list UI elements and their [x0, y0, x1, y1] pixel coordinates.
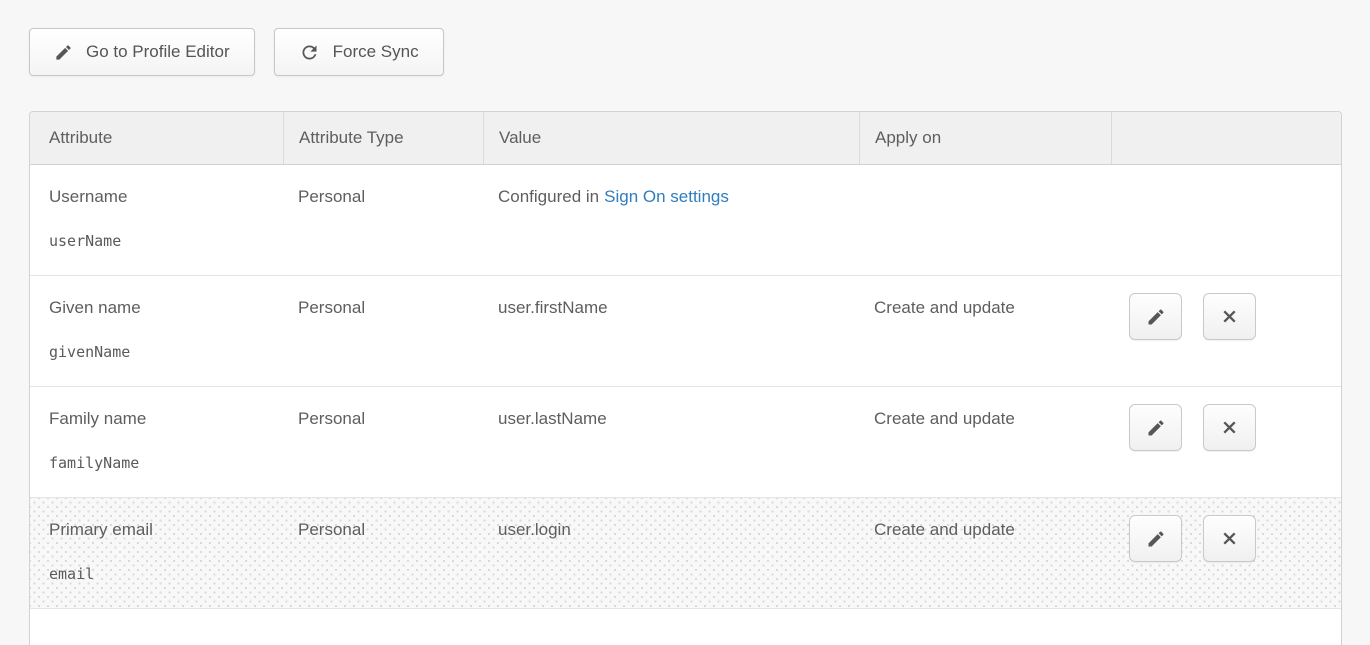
attribute-cell: Username userName	[30, 165, 283, 275]
attribute-cell: Primary email email	[30, 498, 283, 608]
attribute-label: Given name	[49, 297, 268, 319]
pencil-icon	[1146, 418, 1166, 438]
toolbar: Go to Profile Editor Force Sync	[0, 0, 1370, 76]
value-cell: user.login	[483, 498, 859, 608]
edit-attribute-button[interactable]	[1129, 293, 1182, 340]
attribute-cell: Family name familyName	[30, 387, 283, 497]
force-sync-label: Force Sync	[333, 42, 419, 62]
table-row-family-name: Family name familyName Personal user.las…	[30, 387, 1341, 498]
apply-on-cell	[859, 165, 1111, 275]
edit-attribute-button[interactable]	[1129, 404, 1182, 451]
attribute-mapping-table: Attribute Attribute Type Value Apply on …	[29, 111, 1342, 645]
header-actions	[1111, 112, 1341, 164]
attribute-label: Family name	[49, 408, 268, 430]
apply-on-cell: Create and update	[859, 387, 1111, 497]
sign-on-settings-link[interactable]: Sign On settings	[604, 187, 729, 206]
delete-attribute-button[interactable]	[1203, 515, 1256, 562]
close-icon	[1220, 307, 1239, 326]
header-value: Value	[483, 112, 859, 164]
edit-attribute-button[interactable]	[1129, 515, 1182, 562]
apply-on-cell: Create and update	[859, 498, 1111, 608]
attribute-variable: familyName	[49, 452, 268, 474]
go-to-profile-editor-button[interactable]: Go to Profile Editor	[29, 28, 255, 76]
attribute-type-cell: Personal	[283, 498, 483, 608]
pencil-icon	[54, 43, 73, 62]
pencil-icon	[1146, 529, 1166, 549]
actions-cell	[1111, 276, 1341, 386]
refresh-icon	[299, 42, 320, 63]
delete-attribute-button[interactable]	[1203, 404, 1256, 451]
attribute-mappings-page: Go to Profile Editor Force Sync Attribut…	[0, 0, 1370, 644]
attribute-variable: email	[49, 563, 268, 585]
attribute-type-cell: Personal	[283, 165, 483, 275]
attribute-type-cell: Personal	[283, 387, 483, 497]
close-icon	[1220, 418, 1239, 437]
attribute-label: Username	[49, 186, 268, 208]
close-icon	[1220, 529, 1239, 548]
value-cell: user.lastName	[483, 387, 859, 497]
attribute-variable: givenName	[49, 341, 268, 363]
value-cell: Configured in Sign On settings	[483, 165, 859, 275]
attribute-cell: Given name givenName	[30, 276, 283, 386]
header-attribute-type: Attribute Type	[283, 112, 483, 164]
apply-on-cell: Create and update	[859, 276, 1111, 386]
table-row-username: Username userName Personal Configured in…	[30, 165, 1341, 276]
table-row-given-name: Given name givenName Personal user.first…	[30, 276, 1341, 387]
pencil-icon	[1146, 307, 1166, 327]
go-to-profile-editor-label: Go to Profile Editor	[86, 42, 230, 62]
value-cell: user.firstName	[483, 276, 859, 386]
attribute-type-cell: Personal	[283, 276, 483, 386]
table-row-partial	[30, 609, 1341, 645]
header-apply-on: Apply on	[859, 112, 1111, 164]
table-header: Attribute Attribute Type Value Apply on	[30, 112, 1341, 165]
delete-attribute-button[interactable]	[1203, 293, 1256, 340]
actions-cell	[1111, 498, 1341, 608]
attribute-label: Primary email	[49, 519, 268, 541]
actions-cell	[1111, 387, 1341, 497]
value-text: Configured in	[498, 187, 599, 206]
table-row-primary-email: Primary email email Personal user.login …	[30, 498, 1341, 609]
header-attribute: Attribute	[30, 112, 283, 164]
force-sync-button[interactable]: Force Sync	[274, 28, 444, 76]
actions-cell	[1111, 165, 1341, 275]
attribute-variable: userName	[49, 230, 268, 252]
